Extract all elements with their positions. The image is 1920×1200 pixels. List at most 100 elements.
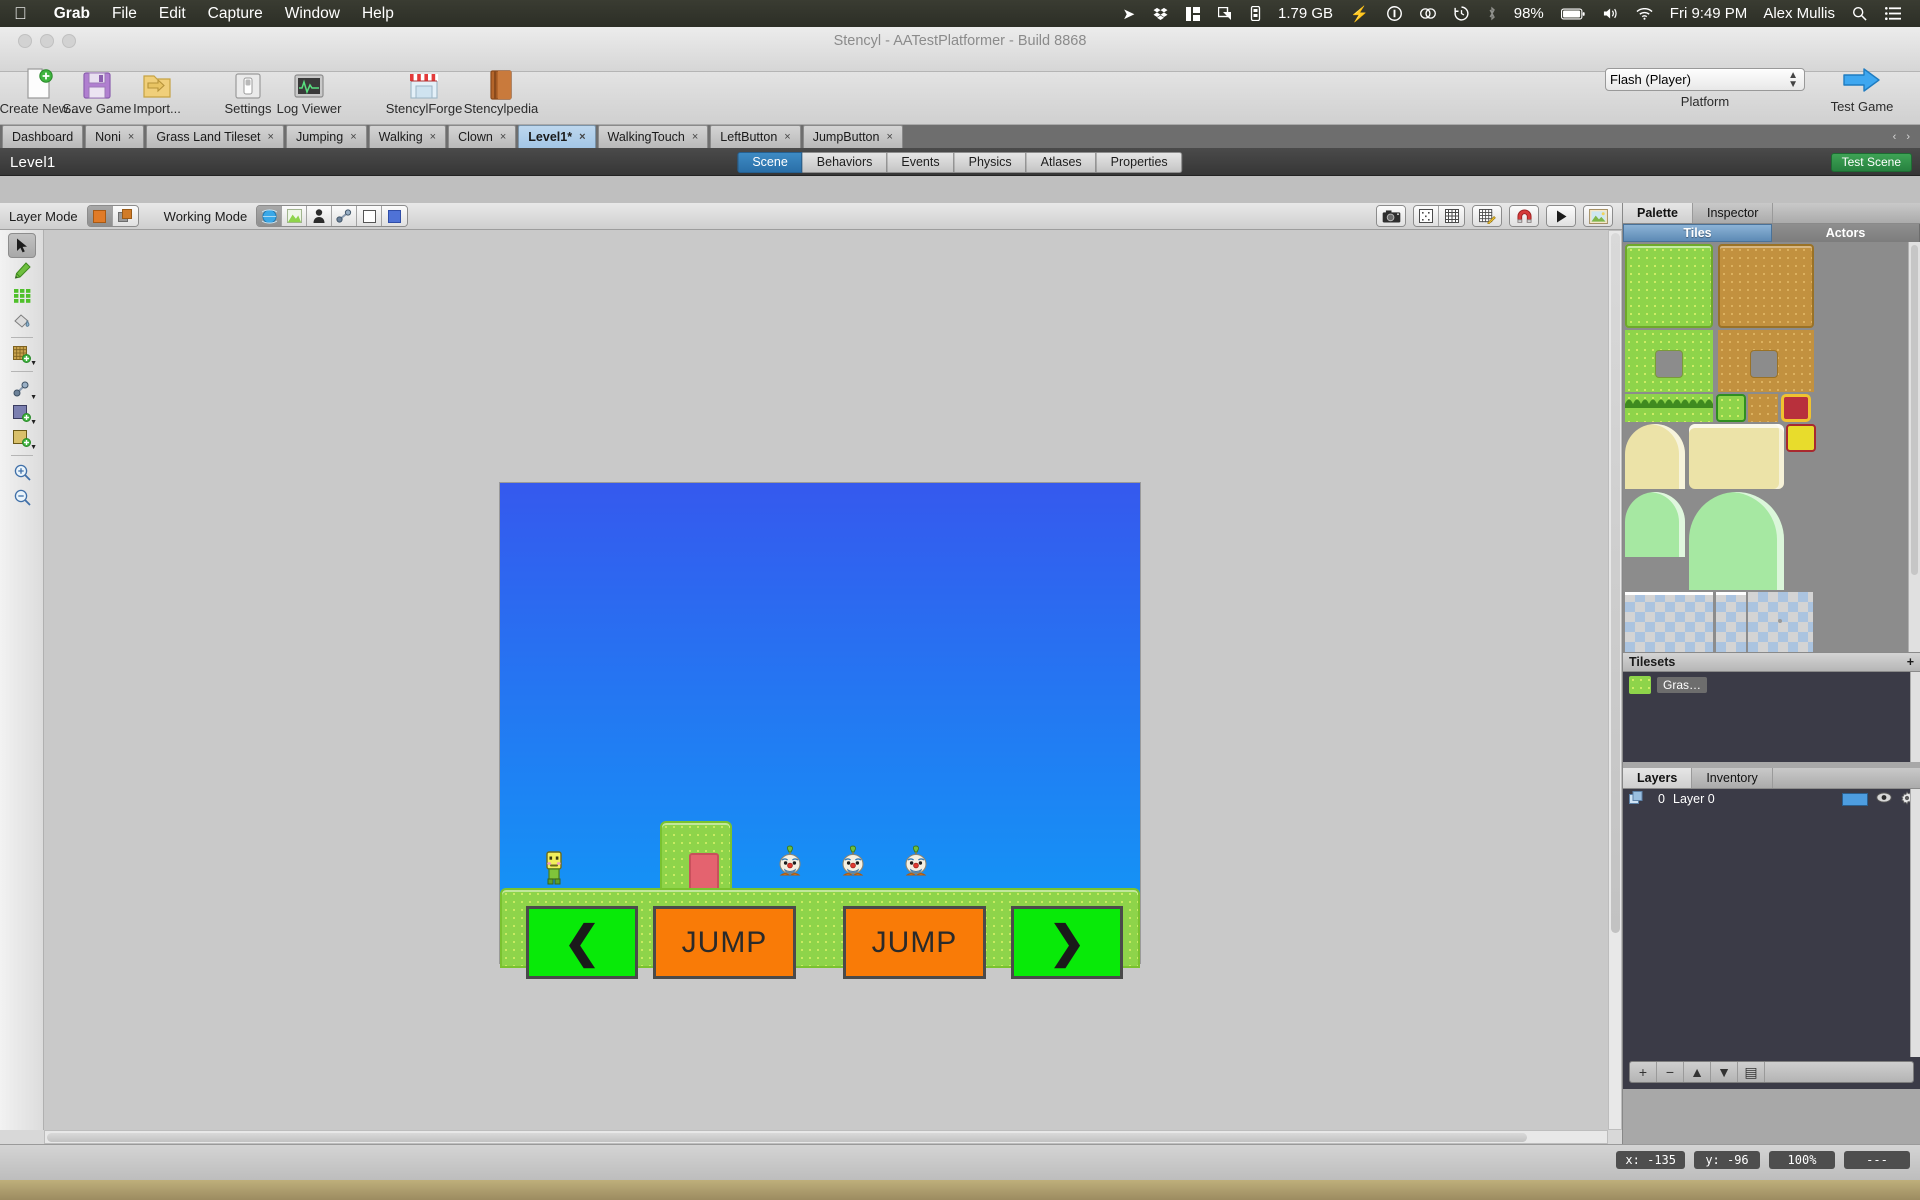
- globe-icon[interactable]: [257, 206, 282, 226]
- horizontal-scrollbar[interactable]: [44, 1130, 1608, 1144]
- import-button[interactable]: Import...: [114, 66, 200, 116]
- tile-empty-2[interactable]: [1716, 592, 1746, 652]
- notification-center-icon[interactable]: [1876, 7, 1910, 20]
- actor-icon[interactable]: [307, 206, 332, 226]
- region-add-icon[interactable]: ▼: [8, 401, 36, 426]
- single-layer-icon[interactable]: [88, 206, 113, 226]
- tab-scene[interactable]: Scene: [737, 152, 802, 173]
- tile-grass-full[interactable]: [1625, 244, 1713, 328]
- region-icon[interactable]: [357, 206, 382, 226]
- show-dots-icon[interactable]: [1414, 206, 1439, 226]
- close-tab-icon[interactable]: ×: [350, 131, 356, 143]
- tile-red-selected[interactable]: [1781, 394, 1811, 422]
- creative-cloud-icon[interactable]: [1411, 7, 1445, 20]
- volume-icon[interactable]: [1594, 7, 1627, 20]
- red-block-actor[interactable]: [689, 853, 719, 891]
- scrollbar-thumb[interactable]: [1911, 245, 1918, 575]
- chevron-down-icon[interactable]: ▼: [30, 360, 37, 367]
- tile-dirt-small[interactable]: [1748, 394, 1778, 422]
- all-layers-icon[interactable]: [113, 206, 138, 226]
- file-tab-clown[interactable]: Clown×: [448, 125, 516, 148]
- tile-palette-scrollbar[interactable]: [1908, 242, 1920, 652]
- joint-icon[interactable]: [332, 206, 357, 226]
- subtab-tiles[interactable]: Tiles: [1623, 224, 1772, 242]
- tile-grass-small[interactable]: [1716, 394, 1746, 422]
- location-arrow-icon[interactable]: ➤: [1113, 5, 1144, 23]
- menu-item-capture[interactable]: Capture: [197, 5, 274, 23]
- airplay-icon[interactable]: [1209, 7, 1241, 21]
- menu-item-window[interactable]: Window: [274, 5, 351, 23]
- close-tab-icon[interactable]: ×: [268, 131, 274, 143]
- cursor-arrow-icon[interactable]: [8, 233, 36, 258]
- timemachine-icon[interactable]: [1445, 6, 1478, 21]
- tile-grass-hole[interactable]: [1625, 330, 1713, 392]
- stencylpedia-button[interactable]: Stencylpedia: [458, 66, 544, 116]
- tab-atlases[interactable]: Atlases: [1027, 152, 1097, 173]
- bluetooth-icon[interactable]: [1478, 6, 1506, 21]
- blue-square-icon[interactable]: [382, 206, 407, 226]
- tile-mint-dome-small[interactable]: [1625, 492, 1685, 557]
- file-tab-jumping[interactable]: Jumping×: [286, 125, 367, 148]
- scene-viewport[interactable]: ❮ JUMP JUMP ❯: [44, 230, 1608, 1130]
- close-tab-icon[interactable]: ×: [784, 131, 790, 143]
- add-tileset-button[interactable]: +: [1907, 655, 1914, 669]
- tab-physics[interactable]: Physics: [955, 152, 1027, 173]
- tile-empty-3[interactable]: [1748, 592, 1813, 652]
- stencylforge-button[interactable]: StencylForge: [381, 66, 467, 116]
- user-name-label[interactable]: Alex Mullis: [1755, 5, 1843, 22]
- close-tab-icon[interactable]: ×: [886, 131, 892, 143]
- file-tab-walkingtouch[interactable]: WalkingTouch×: [598, 125, 709, 148]
- tile-cream-dome[interactable]: [1625, 424, 1685, 489]
- close-tab-icon[interactable]: ×: [500, 131, 506, 143]
- tile-add-icon[interactable]: ▼: [8, 342, 36, 367]
- close-tab-icon[interactable]: ×: [692, 131, 698, 143]
- joint-add-icon[interactable]: ▼: [8, 376, 36, 401]
- tab-events[interactable]: Events: [887, 152, 954, 173]
- tab-behaviors[interactable]: Behaviors: [803, 152, 888, 173]
- menu-item-edit[interactable]: Edit: [148, 5, 197, 23]
- eraser-grid-icon[interactable]: [8, 283, 36, 308]
- terrain-icon[interactable]: [282, 206, 307, 226]
- chevron-down-icon[interactable]: ▼: [30, 419, 37, 426]
- remove-layer-button[interactable]: −: [1657, 1062, 1684, 1082]
- log-viewer-button[interactable]: Log Viewer: [266, 66, 352, 116]
- clock-label[interactable]: Fri 9:49 PM: [1662, 5, 1756, 22]
- memory-icon[interactable]: [1241, 6, 1270, 21]
- divvy-icon[interactable]: [1177, 7, 1209, 21]
- next-tab-icon[interactable]: ›: [1906, 131, 1910, 143]
- chevron-down-icon[interactable]: ▼: [30, 444, 37, 451]
- layer-row-0[interactable]: 0 Layer 0: [1623, 789, 1920, 809]
- move-layer-up-button[interactable]: ▲: [1684, 1062, 1711, 1082]
- snap-grid-icon[interactable]: [1473, 206, 1501, 226]
- pencil-icon[interactable]: [8, 258, 36, 283]
- menu-item-grab[interactable]: Grab: [43, 5, 101, 23]
- tile-grass-strip[interactable]: [1625, 394, 1713, 422]
- move-layer-down-button[interactable]: ▼: [1711, 1062, 1738, 1082]
- menu-item-file[interactable]: File: [101, 5, 148, 23]
- magnet-snap-icon[interactable]: [1510, 206, 1538, 226]
- file-tab-leftbutton[interactable]: LeftButton×: [710, 125, 800, 148]
- file-tab-walking[interactable]: Walking×: [369, 125, 446, 148]
- tile-cream-slab[interactable]: [1689, 424, 1784, 489]
- tab-layers[interactable]: Layers: [1623, 768, 1692, 788]
- jump-button-2[interactable]: JUMP: [843, 906, 986, 979]
- tab-inventory[interactable]: Inventory: [1692, 768, 1772, 788]
- show-grid-icon[interactable]: [1439, 206, 1464, 226]
- file-tab-grass-land-tileset[interactable]: Grass Land Tileset×: [146, 125, 284, 148]
- tab-inspector[interactable]: Inspector: [1693, 203, 1773, 223]
- dropbox-icon[interactable]: [1144, 7, 1177, 21]
- left-arrow-button[interactable]: ❮: [526, 906, 638, 979]
- paint-bucket-icon[interactable]: [8, 308, 36, 333]
- tile-mint-dome-large[interactable]: [1689, 492, 1784, 590]
- zoom-out-icon[interactable]: [8, 485, 36, 510]
- tilesets-scrollbar[interactable]: [1910, 672, 1920, 762]
- battery-icon[interactable]: [1552, 8, 1594, 20]
- tab-palette[interactable]: Palette: [1623, 203, 1693, 223]
- test-scene-button[interactable]: Test Scene: [1831, 153, 1912, 172]
- layers-list[interactable]: 0 Layer 0 + − ▲ ▼ ▤: [1623, 789, 1920, 1089]
- file-tab-jumpbutton[interactable]: JumpButton×: [803, 125, 903, 148]
- bolt-icon[interactable]: ⚡: [1341, 5, 1378, 23]
- apple-logo-icon[interactable]: : [14, 5, 27, 22]
- menu-item-help[interactable]: Help: [351, 5, 405, 23]
- onepassword-icon[interactable]: [1378, 6, 1411, 21]
